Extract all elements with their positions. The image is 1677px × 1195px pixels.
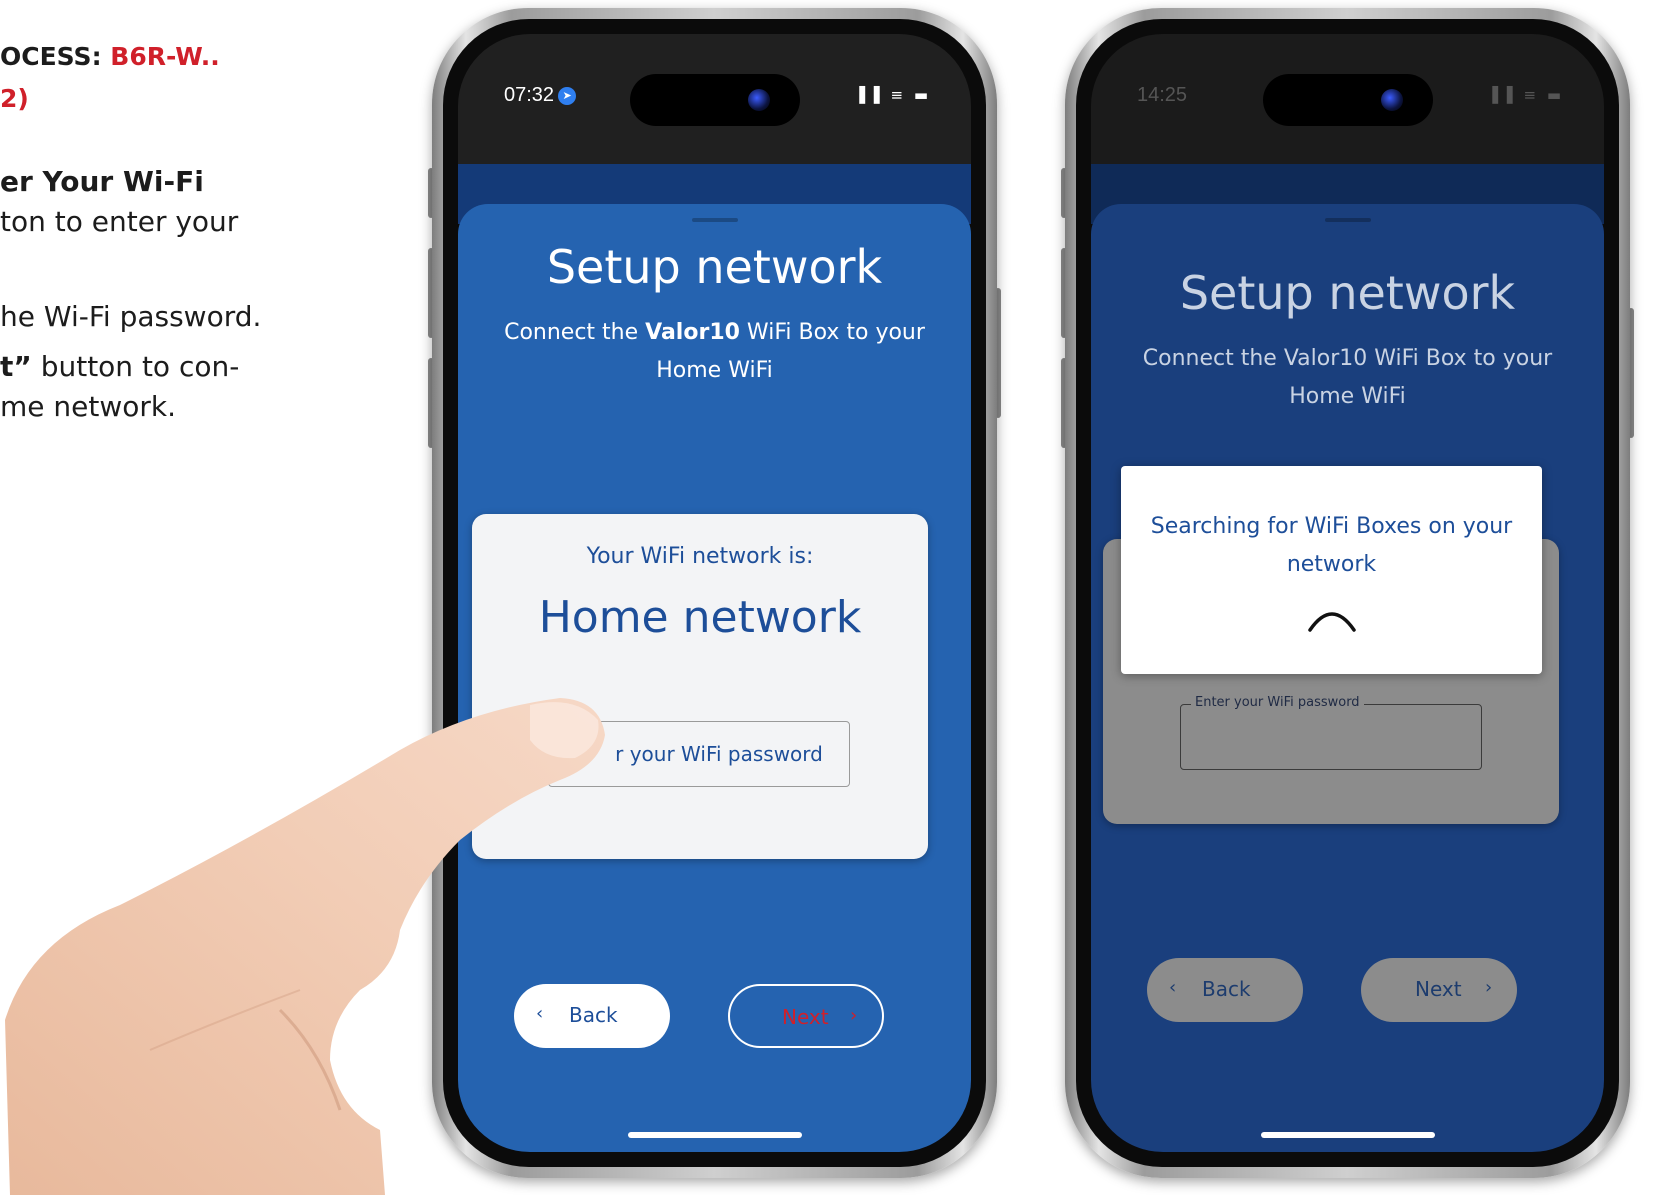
page-title: Setup network (1179, 266, 1516, 320)
chevron-right-icon: › (850, 1005, 858, 1026)
instruction-line-1: ton to enter your (0, 205, 239, 238)
next-label: Next (1415, 977, 1462, 1001)
phone-screen: 14:25 ▐▐ ≡ ▬ Setup network Connect the V… (1091, 34, 1604, 1152)
camera-icon (747, 89, 770, 111)
chevron-left-icon: ‹ (1169, 977, 1177, 998)
page-subtitle: Connect the Valor10 WiFi Box to your Hom… (504, 320, 925, 383)
camera-icon (1380, 89, 1403, 111)
phone-2: 14:25 ▐▐ ≡ ▬ Setup network Connect the V… (1061, 8, 1634, 1178)
password-legend: Enter your WiFi password (1191, 695, 1364, 710)
pointing-hand-icon (5, 698, 605, 1195)
sheet-grabber[interactable] (691, 218, 738, 222)
next-label: Next (782, 1005, 829, 1029)
instruction-text: OCESS: B6R-W.. 2) er Your Wi-Fi ton to e… (0, 0, 420, 460)
instruction-line-4: me network. (0, 390, 177, 423)
instruction-line-3: t” button to con- (0, 350, 240, 383)
setup-sheet-dimmed: Setup network Connect the Valor10 WiFi B… (1091, 204, 1604, 1152)
instruction-line-2: he Wi-Fi password. (0, 300, 262, 333)
home-indicator[interactable] (1260, 1132, 1435, 1138)
dynamic-island (629, 74, 800, 126)
network-name: Home network (538, 592, 862, 643)
next-button[interactable]: Next › (1361, 958, 1517, 1022)
instruction-step-title: er Your Wi-Fi (0, 165, 204, 198)
password-input[interactable] (1180, 704, 1482, 770)
chevron-right-icon: › (1485, 977, 1493, 998)
sheet-grabber[interactable] (1324, 218, 1371, 222)
loading-spinner-icon (1308, 612, 1356, 632)
status-time: 14:25 (1137, 84, 1188, 106)
instruction-heading: OCESS: B6R-W.. (0, 42, 220, 71)
page-title: Setup network (546, 240, 883, 294)
next-button[interactable]: Next › (728, 984, 884, 1048)
searching-dialog: Searching for WiFi Boxes on your network (1121, 466, 1542, 674)
signal-wifi-battery-icons: ▐▐ ≡ ▬ (853, 86, 931, 104)
instruction-heading-part: 2) (0, 84, 29, 113)
signal-wifi-battery-icons: ▐▐ ≡ ▬ (1486, 86, 1564, 104)
home-indicator[interactable] (627, 1132, 802, 1138)
status-time: 07:32 ➤ (504, 84, 577, 107)
searching-message: Searching for WiFi Boxes on your network (1150, 514, 1513, 577)
dynamic-island (1262, 74, 1433, 126)
network-label: Your WiFi network is: (586, 544, 814, 569)
back-label: Back (1202, 977, 1251, 1001)
page-subtitle: Connect the Valor10 WiFi Box to your Hom… (1142, 346, 1553, 409)
back-button[interactable]: ‹ Back (1147, 958, 1303, 1022)
location-icon: ➤ (558, 87, 577, 105)
